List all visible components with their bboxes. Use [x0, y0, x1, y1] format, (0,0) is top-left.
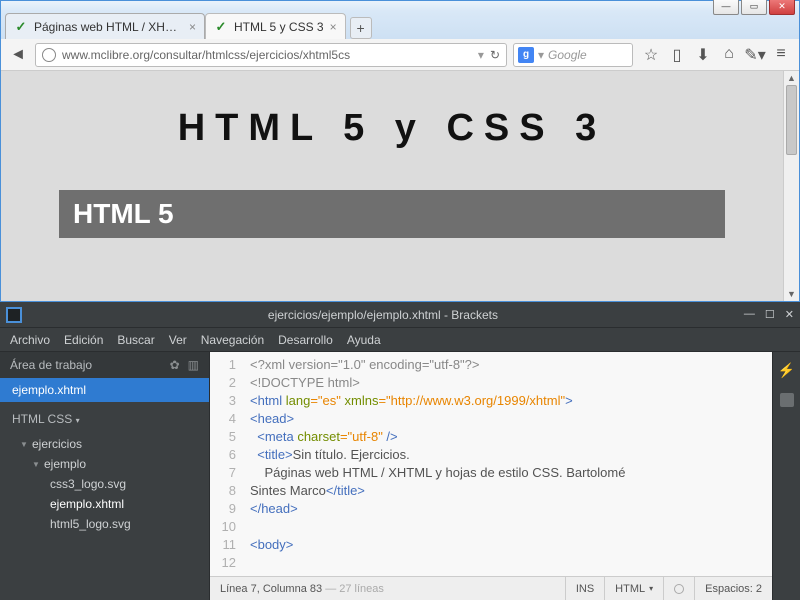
favicon-icon: ✓ [214, 20, 228, 34]
tab-label: Páginas web HTML / XHT… [34, 20, 183, 34]
file-tree: ▼ejercicios ▼ejemplo css3_logo.svg ejemp… [0, 432, 209, 542]
file-item[interactable]: ejemplo.xhtml [6, 494, 209, 514]
tab-close-icon[interactable]: × [189, 20, 196, 34]
workspace-label: Área de trabajo [10, 358, 92, 372]
sidebar: Área de trabajo ✿ ▥ ejemplo.xhtml HTML C… [0, 352, 210, 600]
reload-icon[interactable]: ↻ [490, 48, 500, 62]
globe-icon [42, 48, 56, 62]
menu-icon[interactable]: ≡ [773, 45, 789, 65]
workspace-header: Área de trabajo ✿ ▥ [0, 352, 209, 378]
search-placeholder: Google [548, 48, 587, 62]
page-heading: HTML 5 y CSS 3 [1, 71, 783, 176]
brackets-logo-icon [6, 307, 22, 323]
lint-status[interactable] [663, 577, 694, 600]
split-icon[interactable]: ▥ [188, 358, 199, 372]
reader-icon[interactable]: ▯ [669, 45, 685, 65]
menu-desarrollo[interactable]: Desarrollo [278, 333, 333, 347]
scrollbar[interactable]: ▲ ▼ [783, 71, 799, 301]
bookmark-icon[interactable]: ☆ [643, 45, 659, 65]
menu-navegacion[interactable]: Navegación [201, 333, 264, 347]
gear-icon[interactable]: ✿ [170, 358, 180, 372]
tab-inactive[interactable]: ✓ Páginas web HTML / XHT… × [5, 13, 205, 39]
new-tab-button[interactable]: + [350, 17, 372, 39]
editor-main: 123456789101112 <?xml version="1.0" enco… [210, 352, 772, 600]
menu-edicion[interactable]: Edición [64, 333, 103, 347]
tab-close-icon[interactable]: × [330, 20, 337, 34]
browser-window: — ▭ ✕ ✓ Páginas web HTML / XHT… × ✓ HTML… [0, 0, 800, 302]
code-editor[interactable]: 123456789101112 <?xml version="1.0" enco… [210, 352, 772, 576]
minimize-button[interactable]: — [713, 0, 739, 15]
editor-close-button[interactable]: ✕ [785, 308, 794, 321]
tab-strip: ✓ Páginas web HTML / XHT… × ✓ HTML 5 y C… [1, 11, 799, 39]
editor-title: ejercicios/ejemplo/ejemplo.xhtml - Brack… [30, 308, 736, 322]
status-bar: Línea 7, Columna 83 — 27 líneas INS HTML… [210, 576, 772, 600]
right-toolbar: ⚡ [772, 352, 800, 600]
open-file[interactable]: ejemplo.xhtml [0, 378, 209, 402]
section-heading: HTML 5 [59, 190, 725, 238]
menu-archivo[interactable]: Archivo [10, 333, 50, 347]
insert-mode[interactable]: INS [565, 577, 604, 600]
search-input[interactable]: g ▾ Google [513, 43, 633, 67]
search-dropdown-icon[interactable]: ▾ [538, 48, 544, 62]
menu-buscar[interactable]: Buscar [117, 333, 154, 347]
download-icon[interactable]: ⬇ [695, 45, 711, 65]
code-content[interactable]: <?xml version="1.0" encoding="utf-8"?> <… [244, 352, 772, 576]
google-icon: g [518, 47, 534, 63]
scroll-thumb[interactable] [786, 85, 797, 155]
toolbar-icons: ☆ ▯ ⬇ ⌂ ✎▾ ≡ [639, 45, 793, 65]
folder-ejemplo[interactable]: ▼ejemplo [6, 454, 209, 474]
editor-window: ejercicios/ejemplo/ejemplo.xhtml - Brack… [0, 302, 800, 600]
maximize-button[interactable]: ▭ [741, 0, 767, 15]
menu-ver[interactable]: Ver [169, 333, 187, 347]
language-mode[interactable]: HTML ▾ [604, 577, 663, 600]
close-button[interactable]: ✕ [769, 0, 795, 15]
tab-active[interactable]: ✓ HTML 5 y CSS 3 × [205, 13, 346, 39]
favicon-icon: ✓ [14, 20, 28, 34]
editor-minimize-button[interactable]: — [744, 308, 755, 321]
live-preview-icon[interactable]: ⚡ [778, 362, 795, 379]
url-text: www.mclibre.org/consultar/htmlcss/ejerci… [62, 48, 350, 62]
tab-label: HTML 5 y CSS 3 [234, 20, 324, 34]
circle-icon [674, 584, 684, 594]
file-item[interactable]: css3_logo.svg [6, 474, 209, 494]
menu-bar: Archivo Edición Buscar Ver Navegación De… [0, 328, 800, 352]
scroll-up-icon[interactable]: ▲ [784, 71, 799, 85]
menu-ayuda[interactable]: Ayuda [347, 333, 381, 347]
browser-titlebar: — ▭ ✕ [1, 1, 799, 11]
folder-ejercicios[interactable]: ▼ejercicios [6, 434, 209, 454]
cursor-position: Línea 7, Columna 83 — 27 líneas [210, 583, 565, 595]
back-button[interactable]: ◄ [7, 44, 29, 66]
indent-mode[interactable]: Espacios: 2 [694, 577, 772, 600]
nav-bar: ◄ www.mclibre.org/consultar/htmlcss/ejer… [1, 39, 799, 71]
page-viewport: HTML 5 y CSS 3 HTML 5 ▲ ▼ [1, 71, 799, 301]
editor-maximize-button[interactable]: ☐ [765, 308, 775, 321]
scroll-down-icon[interactable]: ▼ [784, 287, 799, 301]
editor-titlebar: ejercicios/ejemplo/ejemplo.xhtml - Brack… [0, 302, 800, 328]
extensions-icon[interactable] [780, 393, 794, 407]
dev-icon[interactable]: ✎▾ [747, 45, 763, 65]
project-header[interactable]: HTML CSS ▾ [0, 402, 209, 432]
url-input[interactable]: www.mclibre.org/consultar/htmlcss/ejerci… [35, 43, 507, 67]
file-item[interactable]: html5_logo.svg [6, 514, 209, 534]
dropdown-icon[interactable]: ▾ [478, 48, 484, 62]
home-icon[interactable]: ⌂ [721, 45, 737, 65]
line-gutter: 123456789101112 [210, 352, 244, 576]
